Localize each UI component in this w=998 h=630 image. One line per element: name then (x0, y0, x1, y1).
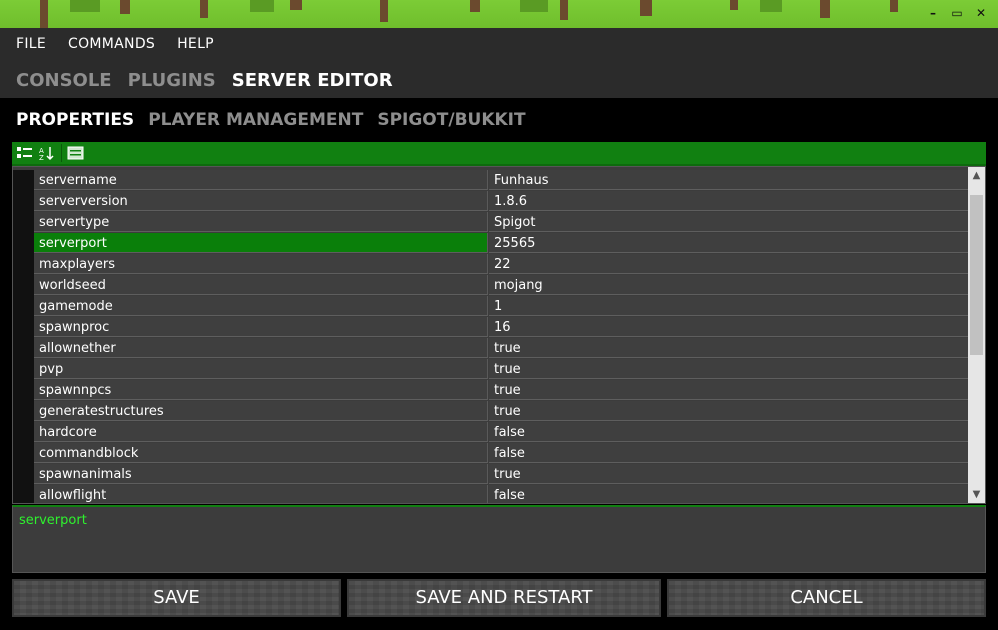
tab-console[interactable]: CONSOLE (16, 70, 112, 91)
property-row[interactable]: hardcore false (13, 422, 969, 443)
property-value[interactable]: false (489, 485, 969, 503)
property-key[interactable]: allowflight (34, 485, 488, 503)
row-gutter (13, 464, 34, 485)
property-key[interactable]: pvp (34, 359, 488, 379)
row-gutter (13, 359, 34, 380)
description-panel: serverport (12, 505, 986, 573)
property-key[interactable]: servername (34, 170, 488, 190)
menu-help[interactable]: HELP (177, 36, 214, 52)
property-value[interactable]: 1.8.6 (489, 191, 969, 211)
row-gutter (13, 212, 34, 233)
maximize-button[interactable]: ▭ (950, 6, 964, 20)
tab-plugins[interactable]: PLUGINS (128, 70, 216, 91)
tab-spigot-bukkit[interactable]: SPIGOT/BUKKIT (377, 110, 525, 130)
save-and-restart-button[interactable]: SAVE AND RESTART (347, 579, 661, 617)
row-gutter (13, 317, 34, 338)
sort-alphabetical-icon[interactable]: A Z (39, 145, 56, 161)
description-text: serverport (19, 513, 87, 528)
grass-banner (0, 0, 998, 28)
menu-commands[interactable]: COMMANDS (68, 36, 155, 52)
property-value[interactable]: false (489, 443, 969, 463)
property-row[interactable]: serverversion 1.8.6 (13, 191, 969, 212)
property-value[interactable]: 1 (489, 296, 969, 316)
property-grid-scrollbar[interactable]: ▲ ▼ (968, 167, 985, 503)
property-key[interactable]: serverversion (34, 191, 488, 211)
property-pages-icon[interactable] (67, 145, 84, 161)
property-value[interactable]: Spigot (489, 212, 969, 232)
cancel-button[interactable]: CANCEL (667, 579, 986, 617)
property-key[interactable]: spawnanimals (34, 464, 488, 484)
row-gutter (13, 254, 34, 275)
property-key[interactable]: hardcore (34, 422, 488, 442)
property-row[interactable]: allowflight false (13, 485, 969, 503)
property-key[interactable]: spawnproc (34, 317, 488, 337)
header: FILE COMMANDS HELP CONSOLE PLUGINS SERVE… (0, 28, 998, 98)
svg-text:Z: Z (39, 154, 44, 161)
row-gutter (13, 422, 34, 443)
property-row[interactable]: allownether true (13, 338, 969, 359)
property-row[interactable]: pvp true (13, 359, 969, 380)
menu-bar: FILE COMMANDS HELP (16, 36, 214, 52)
property-key[interactable]: worldseed (34, 275, 488, 295)
property-value[interactable]: Funhaus (489, 170, 969, 190)
property-key[interactable]: gamemode (34, 296, 488, 316)
row-gutter (13, 275, 34, 296)
property-key[interactable]: commandblock (34, 443, 488, 463)
close-button[interactable]: ✕ (974, 6, 988, 20)
tab-properties[interactable]: PROPERTIES (16, 110, 134, 130)
property-row[interactable]: spawnproc 16 (13, 317, 969, 338)
menu-file[interactable]: FILE (16, 36, 46, 52)
tab-server-editor[interactable]: SERVER EDITOR (232, 70, 393, 91)
main-tabs: CONSOLE PLUGINS SERVER EDITOR (16, 70, 393, 91)
property-row[interactable]: gamemode 1 (13, 296, 969, 317)
property-value[interactable]: true (489, 401, 969, 421)
categorized-view-icon[interactable] (16, 145, 33, 161)
property-row[interactable]: worldseed mojang (13, 275, 969, 296)
property-key[interactable]: allownether (34, 338, 488, 358)
scroll-thumb[interactable] (970, 195, 983, 355)
property-toolbar: A Z (12, 142, 986, 166)
property-key[interactable]: maxplayers (34, 254, 488, 274)
property-row[interactable]: spawnanimals true (13, 464, 969, 485)
property-value[interactable]: 25565 (489, 233, 969, 253)
property-row[interactable]: maxplayers 22 (13, 254, 969, 275)
row-gutter (13, 380, 34, 401)
property-row[interactable]: servertype Spigot (13, 212, 969, 233)
property-grid: servername Funhaus serverversion 1.8.6 serve… (12, 166, 986, 504)
property-row[interactable]: commandblock false (13, 443, 969, 464)
property-row[interactable]: serverport 25565 (13, 233, 969, 254)
row-gutter (13, 338, 34, 359)
sub-tabs: PROPERTIES PLAYER MANAGEMENT SPIGOT/BUKK… (16, 110, 526, 130)
row-gutter (13, 485, 34, 503)
property-row[interactable]: servername Funhaus (13, 170, 969, 191)
property-key[interactable]: generatestructures (34, 401, 488, 421)
save-button[interactable]: SAVE (12, 579, 341, 617)
property-value[interactable]: true (489, 359, 969, 379)
row-gutter (13, 233, 34, 254)
property-key[interactable]: servertype (34, 212, 488, 232)
window-controls: – ▭ ✕ (926, 6, 988, 20)
row-gutter (13, 443, 34, 464)
tab-player-management[interactable]: PLAYER MANAGEMENT (148, 110, 363, 130)
property-value[interactable]: 16 (489, 317, 969, 337)
property-row[interactable]: generatestructures true (13, 401, 969, 422)
scroll-down-icon[interactable]: ▼ (968, 486, 985, 503)
property-value[interactable]: mojang (489, 275, 969, 295)
row-gutter (13, 191, 34, 212)
minimize-button[interactable]: – (926, 6, 940, 20)
property-key[interactable]: spawnnpcs (34, 380, 488, 400)
scroll-up-icon[interactable]: ▲ (968, 167, 985, 184)
property-row[interactable]: spawnnpcs true (13, 380, 969, 401)
row-gutter (13, 401, 34, 422)
row-gutter (13, 170, 34, 191)
property-value[interactable]: false (489, 422, 969, 442)
property-value[interactable]: true (489, 380, 969, 400)
row-gutter (13, 296, 34, 317)
toolbar-separator (61, 144, 62, 162)
property-key[interactable]: serverport (34, 233, 488, 253)
property-value[interactable]: true (489, 464, 969, 484)
property-value[interactable]: true (489, 338, 969, 358)
property-value[interactable]: 22 (489, 254, 969, 274)
